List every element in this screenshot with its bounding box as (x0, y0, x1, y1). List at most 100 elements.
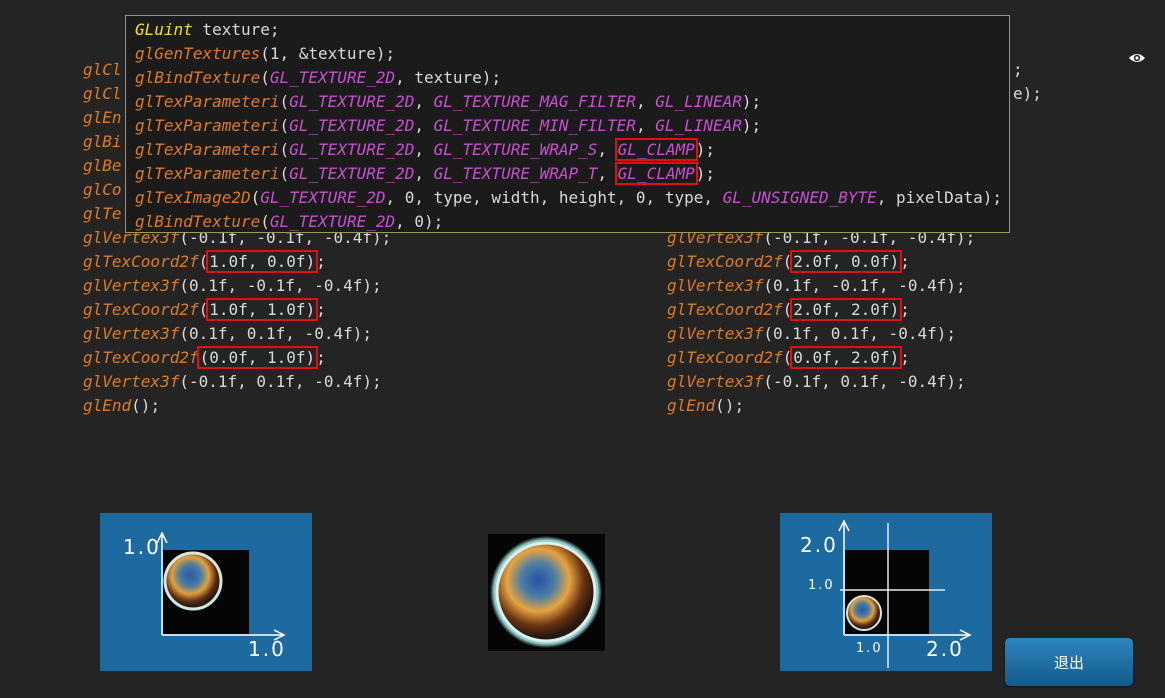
right-code-line: glEnd(); (667, 394, 975, 418)
code-token: glTexCoord2f (83, 348, 199, 367)
code-token: ( (250, 188, 261, 207)
right-code-line: glTexCoord2f(2.0f, 2.0f); (667, 298, 910, 321)
partial-code-line: glEn (83, 108, 122, 127)
tooltip-code-line: GLuint texture; (135, 18, 1009, 42)
code-token: glVertex3f (667, 372, 764, 391)
code-token: , texture); (395, 68, 502, 87)
code-token: GL_TEXTURE_2D (269, 68, 396, 87)
code-token: GL_TEXTURE_2D (289, 140, 415, 159)
code-token: glVertex3f (83, 372, 180, 391)
tooltip-code-line: glBindTexture(GL_TEXTURE_2D, texture); (135, 66, 1009, 90)
code-token: glTexCoord2f (667, 348, 783, 367)
left-code-line: glTexCoord2f(1.0f, 0.0f); (83, 250, 326, 273)
code-token: GL_LINEAR (655, 116, 742, 135)
y-axis-label-2: 2.0 (800, 533, 838, 557)
code-token: ( (260, 68, 270, 87)
highlighted-token: (0.0f, 1.0f) (196, 346, 319, 369)
highlighted-token: 2.0f, 0.0f) (790, 250, 903, 273)
tooltip-code-line: glTexImage2D(GL_TEXTURE_2D, 0, type, wid… (135, 186, 1009, 210)
code-token: GL_TEXTURE_2D (289, 164, 415, 183)
tooltip-code-line: glTexParameteri(GL_TEXTURE_2D, GL_TEXTUR… (135, 162, 715, 185)
code-token: , pixelData); (876, 188, 1002, 207)
texture-preview (488, 534, 605, 651)
code-token: ); (741, 92, 762, 111)
code-token: GL_TEXTURE_2D (289, 116, 415, 135)
code-token: texture; (192, 20, 280, 39)
code-token: glEnd (83, 396, 132, 415)
tooltip-code-line: glTexParameteri(GL_TEXTURE_2D, GL_TEXTUR… (135, 114, 1009, 138)
code-token: ( (279, 116, 290, 135)
left-code-line: glVertex3f(0.1f, -0.1f, -0.4f); (83, 274, 391, 298)
code-token: glTexImage2D (135, 188, 251, 207)
code-token: (0.1f, -0.1f, -0.4f); (179, 276, 382, 295)
highlighted-token: GL_CLAMP (614, 162, 698, 185)
code-token: glTexParameteri (135, 164, 280, 183)
left-code-line: glVertex3f(-0.1f, 0.1f, -0.4f); (83, 370, 391, 394)
right-code-partial-lines: ; e); (1013, 58, 1042, 106)
tooltip-code: GLuint texture; glGenTextures(1, &texture… (135, 18, 1009, 234)
right-code-line: glTexCoord2f(2.0f, 0.0f); (667, 250, 910, 273)
code-token: ( (260, 212, 270, 231)
code-token: GL_TEXTURE_2D (289, 92, 415, 111)
highlighted-token: 0.0f, 2.0f) (790, 346, 903, 369)
code-token: (-0.1f, 0.1f, -0.4f); (179, 372, 382, 391)
y-axis-label-1: 1.0 (808, 578, 835, 593)
code-token: glVertex3f (667, 276, 764, 295)
code-token: glTexParameteri (135, 116, 280, 135)
code-token: GL_TEXTURE_2D (260, 188, 386, 207)
code-token: glEnd (667, 396, 716, 415)
tooltip-code-line: glTexParameteri(GL_TEXTURE_2D, GL_TEXTUR… (135, 90, 1009, 114)
code-token: , (414, 164, 434, 183)
code-token: glTexCoord2f (83, 300, 199, 319)
partial-code-line: glCl (83, 84, 122, 103)
code-token: , (414, 140, 434, 159)
code-token: , (635, 92, 656, 111)
right-code-block: glVertex3f(-0.1f, -0.1f, -0.4f); glTexCoo… (667, 226, 975, 418)
partial-code-line: glBi (83, 132, 122, 151)
code-token: ( (279, 164, 290, 183)
code-token: GL_TEXTURE_2D (269, 212, 396, 231)
partial-code-line: glTe (83, 204, 122, 223)
right-code-line: glTexCoord2f(0.0f, 2.0f); (667, 346, 910, 369)
right-code-line: glVertex3f(0.1f, 0.1f, -0.4f); (667, 322, 975, 346)
code-token: ); (741, 116, 762, 135)
exit-button[interactable]: 退出 (1005, 638, 1133, 686)
code-token: (0.1f, 0.1f, -0.4f); (763, 324, 956, 343)
code-token: glVertex3f (667, 324, 764, 343)
x-axis-label-2: 2.0 (926, 637, 964, 661)
partial-code-line: e); (1013, 84, 1042, 103)
partial-code-line: glBe (83, 156, 122, 175)
code-token: GL_LINEAR (655, 92, 742, 111)
code-token: (-0.1f, 0.1f, -0.4f); (763, 372, 966, 391)
code-token: (); (715, 396, 745, 415)
code-token: , (597, 164, 617, 183)
code-token: glTexCoord2f (667, 252, 783, 271)
highlighted-token: 1.0f, 0.0f) (206, 250, 319, 273)
code-token: , (414, 92, 434, 111)
code-token: (1, &texture); (260, 44, 396, 63)
left-code-line: glVertex3f(0.1f, 0.1f, -0.4f); (83, 322, 391, 346)
code-token: (); (131, 396, 161, 415)
x-axis-label: 1.0 (248, 637, 286, 661)
code-token: glVertex3f (83, 276, 180, 295)
code-tooltip: GLuint texture; glGenTextures(1, &texture… (125, 15, 1010, 233)
code-token: glBindTexture (135, 68, 261, 87)
eye-icon[interactable] (1128, 50, 1146, 66)
left-code-partial-lines: glCl glCl glEn glBi glBe glCo glTe (83, 58, 122, 226)
code-token: , (597, 140, 617, 159)
texcoord-diagram-1x: 1.0 1.0 (100, 513, 312, 671)
left-code-line: glTexCoord2f(1.0f, 1.0f); (83, 298, 326, 321)
code-token: , (635, 116, 656, 135)
code-token: GLuint (135, 20, 193, 39)
highlighted-token: GL_CLAMP (614, 138, 698, 161)
left-code-line: glTexCoord2f(0.0f, 1.0f); (83, 346, 326, 369)
code-token: (0.1f, 0.1f, -0.4f); (179, 324, 372, 343)
code-token: glTexParameteri (135, 92, 280, 111)
code-token: glGenTextures (135, 44, 261, 63)
x-axis-label-1: 1.0 (856, 641, 883, 656)
right-code-line: glVertex3f(-0.1f, 0.1f, -0.4f); (667, 370, 975, 394)
highlighted-token: 1.0f, 1.0f) (206, 298, 319, 321)
highlighted-token: 2.0f, 2.0f) (790, 298, 903, 321)
code-token: glBindTexture (135, 212, 261, 231)
code-token: GL_TEXTURE_WRAP_T (433, 164, 598, 183)
